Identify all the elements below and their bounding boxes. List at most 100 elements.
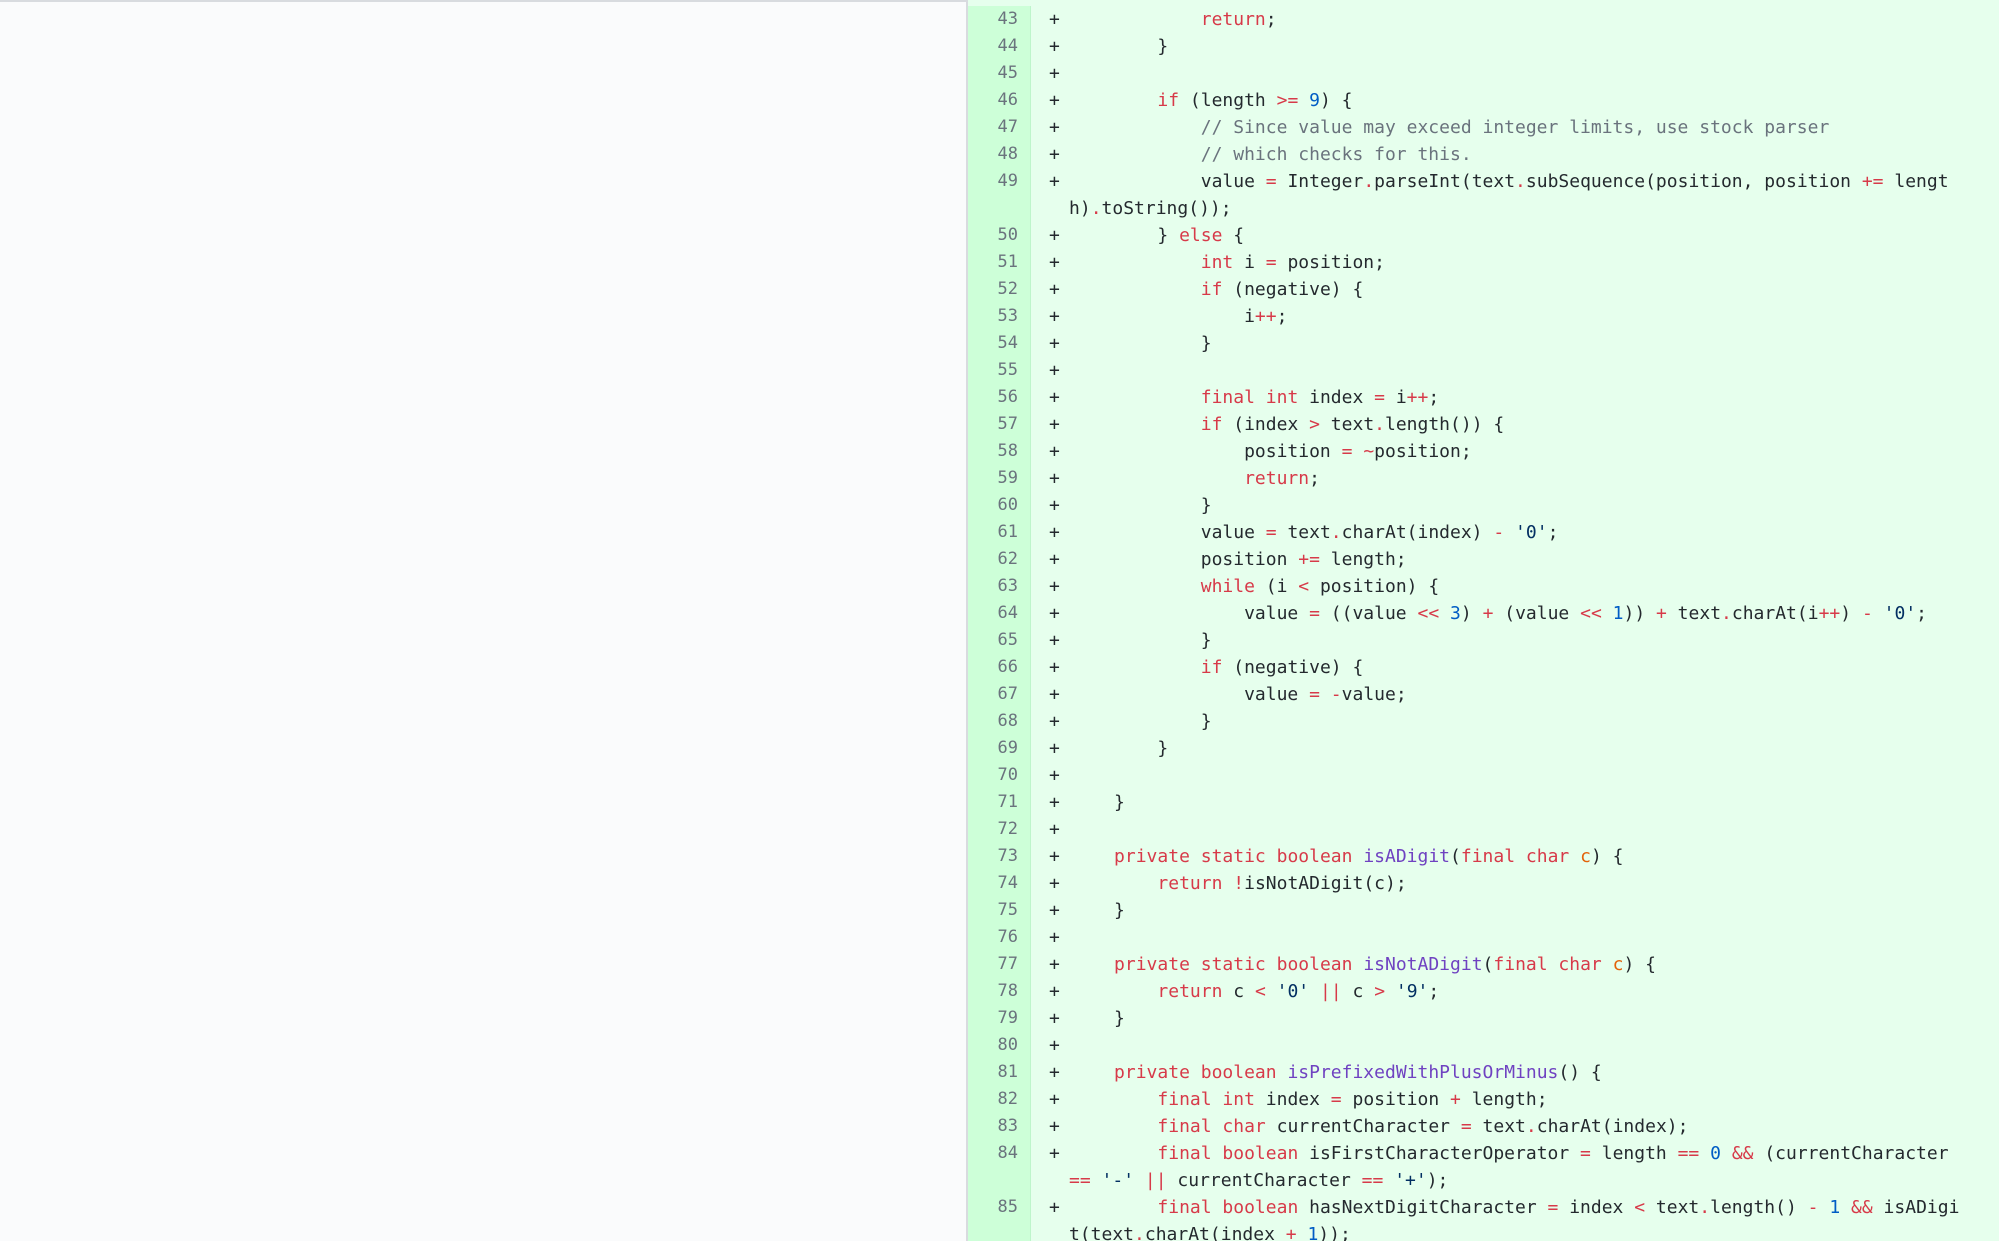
added-marker: + [1049,441,1060,462]
added-marker: + [1049,1062,1060,1083]
line-number[interactable]: 78 [968,978,1018,1005]
code-text: final boolean hasNextDigitCharacter = in… [1069,1197,1960,1241]
code-text: position = ~position; [1070,441,1472,462]
code-text: if (index > text.length()) { [1200,414,1505,435]
diff-line-57: 57 + if (index > text.length()) { [968,411,1999,438]
line-number[interactable]: 50 [968,222,1018,249]
added-marker: + [1049,144,1060,165]
line-number[interactable]: 66 [968,654,1018,681]
line-number[interactable]: 61 [968,519,1018,546]
added-marker: + [1049,900,1060,921]
added-marker: + [1049,252,1060,273]
code-text: } [1070,630,1212,651]
code-text: } [1070,711,1212,732]
line-number[interactable]: 46 [968,87,1018,114]
line-number[interactable]: 51 [968,249,1018,276]
added-marker: + [1049,1116,1060,1137]
code-text: private static boolean isNotADigit(final… [1114,954,1656,975]
code-text: i++; [1070,306,1288,327]
added-marker: + [1049,279,1060,300]
line-number[interactable]: 67 [968,681,1018,708]
code-text: return !isNotADigit(c); [1157,873,1407,894]
code-text: return; [1200,9,1277,30]
added-marker: + [1049,1197,1060,1218]
diff-line-50: 50 + } else { [968,222,1999,249]
added-marker: + [1049,1089,1060,1110]
diff-line-47: 47 + // Since value may exceed integer li… [968,114,1999,141]
line-number[interactable]: 44 [968,33,1018,60]
added-marker: + [1049,495,1060,516]
line-number[interactable]: 55 [968,357,1018,384]
diff-line-75: 75 + } [968,897,1999,924]
line-number[interactable]: 64 [968,600,1018,627]
line-number[interactable]: 74 [968,870,1018,897]
diff-line-84: 84 + final boolean isFirstCharacterOperat… [968,1140,1999,1194]
diff-line-70: 70 + ​ [968,762,1999,789]
diff-line-79: 79 + } [968,1005,1999,1032]
code-text: ​ [1049,924,1969,951]
line-number[interactable]: 53 [968,303,1018,330]
line-number[interactable]: 68 [968,708,1018,735]
code-text: } [1070,495,1212,516]
line-number[interactable]: 76 [968,924,1018,951]
code-text: ​ [1049,357,1969,384]
line-number[interactable]: 54 [968,330,1018,357]
code-text: } [1070,1008,1125,1029]
code-text: if (negative) { [1200,279,1364,300]
diff-line-72: 72 + ​ [968,816,1999,843]
diff-line-53: 53 + i++; [968,303,1999,330]
line-number[interactable]: 59 [968,465,1018,492]
added-marker: + [1049,549,1060,570]
line-number[interactable]: 43 [968,6,1018,33]
line-number[interactable]: 48 [968,141,1018,168]
line-number[interactable]: 80 [968,1032,1018,1059]
diff-line-81: 81 + private boolean isPrefixedWithPlusOr… [968,1059,1999,1086]
line-number[interactable]: 56 [968,384,1018,411]
line-number[interactable]: 52 [968,276,1018,303]
diff-line-48: 48 + // which checks for this. [968,141,1999,168]
line-number[interactable]: 60 [968,492,1018,519]
added-marker: + [1049,1008,1060,1029]
diff-line-73: 73 + private static boolean isADigit(fina… [968,843,1999,870]
line-number[interactable]: 65 [968,627,1018,654]
code-text: value = text.charAt(index) - '0'; [1070,522,1559,543]
code-text: } [1070,36,1169,57]
line-number[interactable]: 73 [968,843,1018,870]
line-number[interactable]: 75 [968,897,1018,924]
diff-line-61: 61 + value = text.charAt(index) - '0'; [968,519,1999,546]
diff-lines: 43 + return; 44 + } 45 + ​ 46 + if (length >= 9… [968,6,1999,1241]
code-text: } [1070,792,1125,813]
diff-line-80: 80 + ​ [968,1032,1999,1059]
added-marker: + [1049,738,1060,759]
line-number[interactable]: 57 [968,411,1018,438]
line-number[interactable]: 83 [968,1113,1018,1140]
added-marker: + [1049,90,1060,111]
diff-line-74: 74 + return !isNotADigit(c); [968,870,1999,897]
added-marker: + [1049,360,1060,381]
line-number[interactable]: 62 [968,546,1018,573]
code-text: final int index = i++; [1200,387,1440,408]
diff-line-78: 78 + return c < '0' || c > '9'; [968,978,1999,1005]
line-number[interactable]: 79 [968,1005,1018,1032]
line-number[interactable]: 69 [968,735,1018,762]
code-text: } [1070,738,1169,759]
line-number[interactable]: 49 [968,168,1018,195]
code-text: while (i < position) { [1200,576,1440,597]
line-number[interactable]: 63 [968,573,1018,600]
added-marker: + [1049,954,1060,975]
line-number[interactable]: 45 [968,60,1018,87]
added-marker: + [1049,711,1060,732]
line-number[interactable]: 77 [968,951,1018,978]
line-number[interactable]: 47 [968,114,1018,141]
line-number[interactable]: 58 [968,438,1018,465]
diff-line-65: 65 + } [968,627,1999,654]
line-number[interactable]: 81 [968,1059,1018,1086]
added-marker: + [1049,576,1060,597]
line-number[interactable]: 70 [968,762,1018,789]
line-number[interactable]: 84 [968,1140,1018,1167]
added-marker: + [1049,927,1060,948]
line-number[interactable]: 72 [968,816,1018,843]
line-number[interactable]: 71 [968,789,1018,816]
line-number[interactable]: 85 [968,1194,1018,1221]
line-number[interactable]: 82 [968,1086,1018,1113]
